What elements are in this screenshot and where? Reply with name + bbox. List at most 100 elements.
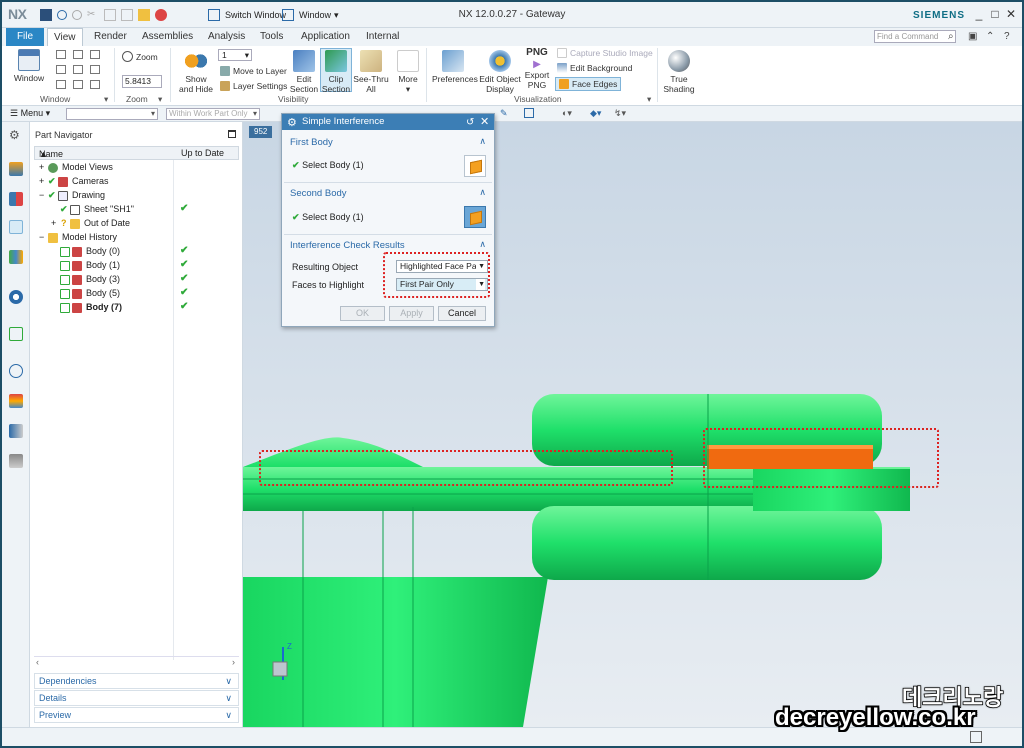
more-visibility-button[interactable]: More ▾ xyxy=(394,50,422,94)
layout-eight-icon[interactable] xyxy=(73,80,83,89)
reuse-library-icon[interactable] xyxy=(9,250,23,264)
layout-nine-icon[interactable] xyxy=(90,80,100,89)
ribbon-options-icon[interactable]: ▣ xyxy=(968,31,977,42)
tree-row-cameras[interactable]: + ✔ Cameras xyxy=(34,175,239,189)
details-panel[interactable]: Details ∨ xyxy=(34,690,239,706)
tab-internal[interactable]: Internal xyxy=(360,28,405,46)
second-body-header[interactable]: Second Body xyxy=(290,188,347,199)
maximize-button[interactable]: □ xyxy=(988,7,1002,21)
show-and-hide-button[interactable]: Show and Hide xyxy=(178,50,214,94)
repeat-command-icon[interactable] xyxy=(155,9,167,21)
edit-section-button[interactable]: Edit Section xyxy=(288,50,320,94)
visible-checkbox-icon[interactable] xyxy=(60,275,70,285)
gear-icon[interactable]: ⚙ xyxy=(9,128,23,142)
command-search-input[interactable]: Find a Command xyxy=(874,30,956,43)
results-header[interactable]: Interference Check Results xyxy=(290,240,405,251)
move-to-layer-button[interactable]: Move to Layer xyxy=(220,66,287,76)
visible-checkbox-icon[interactable] xyxy=(60,261,70,271)
scroll-left-icon[interactable]: ‹ xyxy=(36,657,39,667)
help-icon[interactable]: ? xyxy=(1004,31,1010,42)
layout-five-icon[interactable] xyxy=(73,65,83,74)
layout-three-icon[interactable] xyxy=(90,50,100,59)
face-edges-button[interactable]: Face Edges xyxy=(555,77,622,91)
preview-panel[interactable]: Preview ∨ xyxy=(34,707,239,723)
tree-row-sheet[interactable]: ✔ Sheet "SH1" ✔ xyxy=(34,203,239,217)
command-finder-icon[interactable] xyxy=(138,9,150,21)
collapse-caret-icon[interactable]: ∧ xyxy=(479,187,486,198)
clip-section-button[interactable]: Clip Section xyxy=(320,48,352,94)
minimize-button[interactable]: _ xyxy=(972,7,986,21)
cancel-button[interactable]: Cancel xyxy=(438,306,486,321)
web-browser-icon[interactable] xyxy=(9,290,23,304)
tab-tools[interactable]: Tools xyxy=(254,28,289,46)
ok-button[interactable]: OK xyxy=(340,306,385,321)
work-layer-select[interactable]: 1 ▾ xyxy=(218,49,252,61)
tab-application[interactable]: Application xyxy=(295,28,356,46)
collapse-icon[interactable]: − xyxy=(39,190,44,200)
dependencies-panel[interactable]: Dependencies ∨ xyxy=(34,673,239,689)
clock-icon[interactable] xyxy=(9,364,23,378)
save-icon[interactable] xyxy=(40,9,52,21)
tree-row-body-7[interactable]: Body (7) ✔ xyxy=(34,301,239,315)
collapse-icon[interactable]: − xyxy=(39,232,44,242)
apply-button[interactable]: Apply xyxy=(389,306,434,321)
tab-assemblies[interactable]: Assemblies xyxy=(136,28,199,46)
reset-icon[interactable]: ↺ xyxy=(466,115,474,131)
tab-render[interactable]: Render xyxy=(88,28,133,46)
orient-view-icon[interactable]: ◆▾ xyxy=(590,108,601,119)
window-menu-button[interactable]: Window ▾ xyxy=(282,7,339,23)
tree-row-out-of-date[interactable]: + ? Out of Date xyxy=(34,217,239,231)
edit-background-button[interactable]: Edit Background xyxy=(557,63,632,73)
selection-scope-select[interactable]: Within Work Part Only ▾ xyxy=(166,108,260,120)
redo-icon[interactable] xyxy=(72,10,82,20)
collapse-caret-icon[interactable]: ∧ xyxy=(479,136,486,147)
close-icon[interactable]: ✕ xyxy=(480,114,489,130)
tree-row-body-1[interactable]: Body (1) ✔ xyxy=(34,259,239,273)
process-studio-icon[interactable] xyxy=(9,394,23,408)
system-scenes-icon[interactable] xyxy=(9,454,23,468)
minimize-ribbon-icon[interactable]: ⌃ xyxy=(986,31,994,42)
group-expand-icon[interactable]: ▾ xyxy=(647,94,651,105)
close-button[interactable]: ✕ xyxy=(1004,7,1018,21)
visible-checkbox-icon[interactable] xyxy=(60,303,70,313)
scroll-right-icon[interactable]: › xyxy=(232,657,235,667)
layout-six-icon[interactable] xyxy=(90,65,100,74)
tree-row-model-views[interactable]: + Model Views xyxy=(34,161,239,175)
full-screen-icon[interactable] xyxy=(970,731,982,743)
second-body-select-row[interactable]: ✔ Select Body (1) xyxy=(292,212,364,223)
render-style-icon[interactable]: ◐▾ xyxy=(562,108,572,119)
maximize-panel-icon[interactable] xyxy=(228,130,236,138)
roles-icon[interactable] xyxy=(9,424,23,438)
history-icon[interactable] xyxy=(9,327,23,341)
layout-four-icon[interactable] xyxy=(56,65,66,74)
group-expand-icon[interactable]: ▾ xyxy=(104,94,108,105)
paste-icon[interactable] xyxy=(121,9,133,21)
first-body-header[interactable]: First Body xyxy=(290,137,333,148)
snap-view-icon[interactable]: ↯▾ xyxy=(614,108,626,119)
first-body-select-button[interactable] xyxy=(464,155,486,177)
assembly-navigator-icon[interactable] xyxy=(9,162,23,176)
expand-icon[interactable]: + xyxy=(51,218,56,228)
second-body-select-button[interactable] xyxy=(464,206,486,228)
zoom-button[interactable]: Zoom xyxy=(122,51,158,62)
tree-row-body-3[interactable]: Body (3) ✔ xyxy=(34,273,239,287)
undo-icon[interactable] xyxy=(57,10,67,20)
export-png-button[interactable]: PNG ▶ Export PNG xyxy=(524,48,550,91)
tree-row-drawing[interactable]: − ✔ Drawing xyxy=(34,189,239,203)
part-navigator-icon[interactable] xyxy=(9,220,23,234)
grid-icon[interactable] xyxy=(524,108,534,118)
expand-icon[interactable]: + xyxy=(39,162,44,172)
layout-two-icon[interactable] xyxy=(73,50,83,59)
tree-row-model-history[interactable]: − Model History xyxy=(34,231,239,245)
preferences-button[interactable]: Preferences xyxy=(432,50,478,84)
search-icon[interactable]: ⌕ xyxy=(948,31,954,42)
capture-studio-image-button[interactable]: Capture Studio Image xyxy=(557,48,653,58)
visible-checkbox-icon[interactable] xyxy=(60,289,70,299)
layout-single-icon[interactable] xyxy=(56,50,66,59)
first-body-select-row[interactable]: ✔ Select Body (1) xyxy=(292,160,364,171)
tab-view[interactable]: View xyxy=(47,28,83,46)
menu-button[interactable]: ☰ Menu ▾ xyxy=(10,108,50,119)
zoom-value-input[interactable]: 5.8413 xyxy=(122,75,162,88)
layout-seven-icon[interactable] xyxy=(56,80,66,89)
horizontal-scrollbar[interactable]: ‹ › xyxy=(34,656,239,667)
